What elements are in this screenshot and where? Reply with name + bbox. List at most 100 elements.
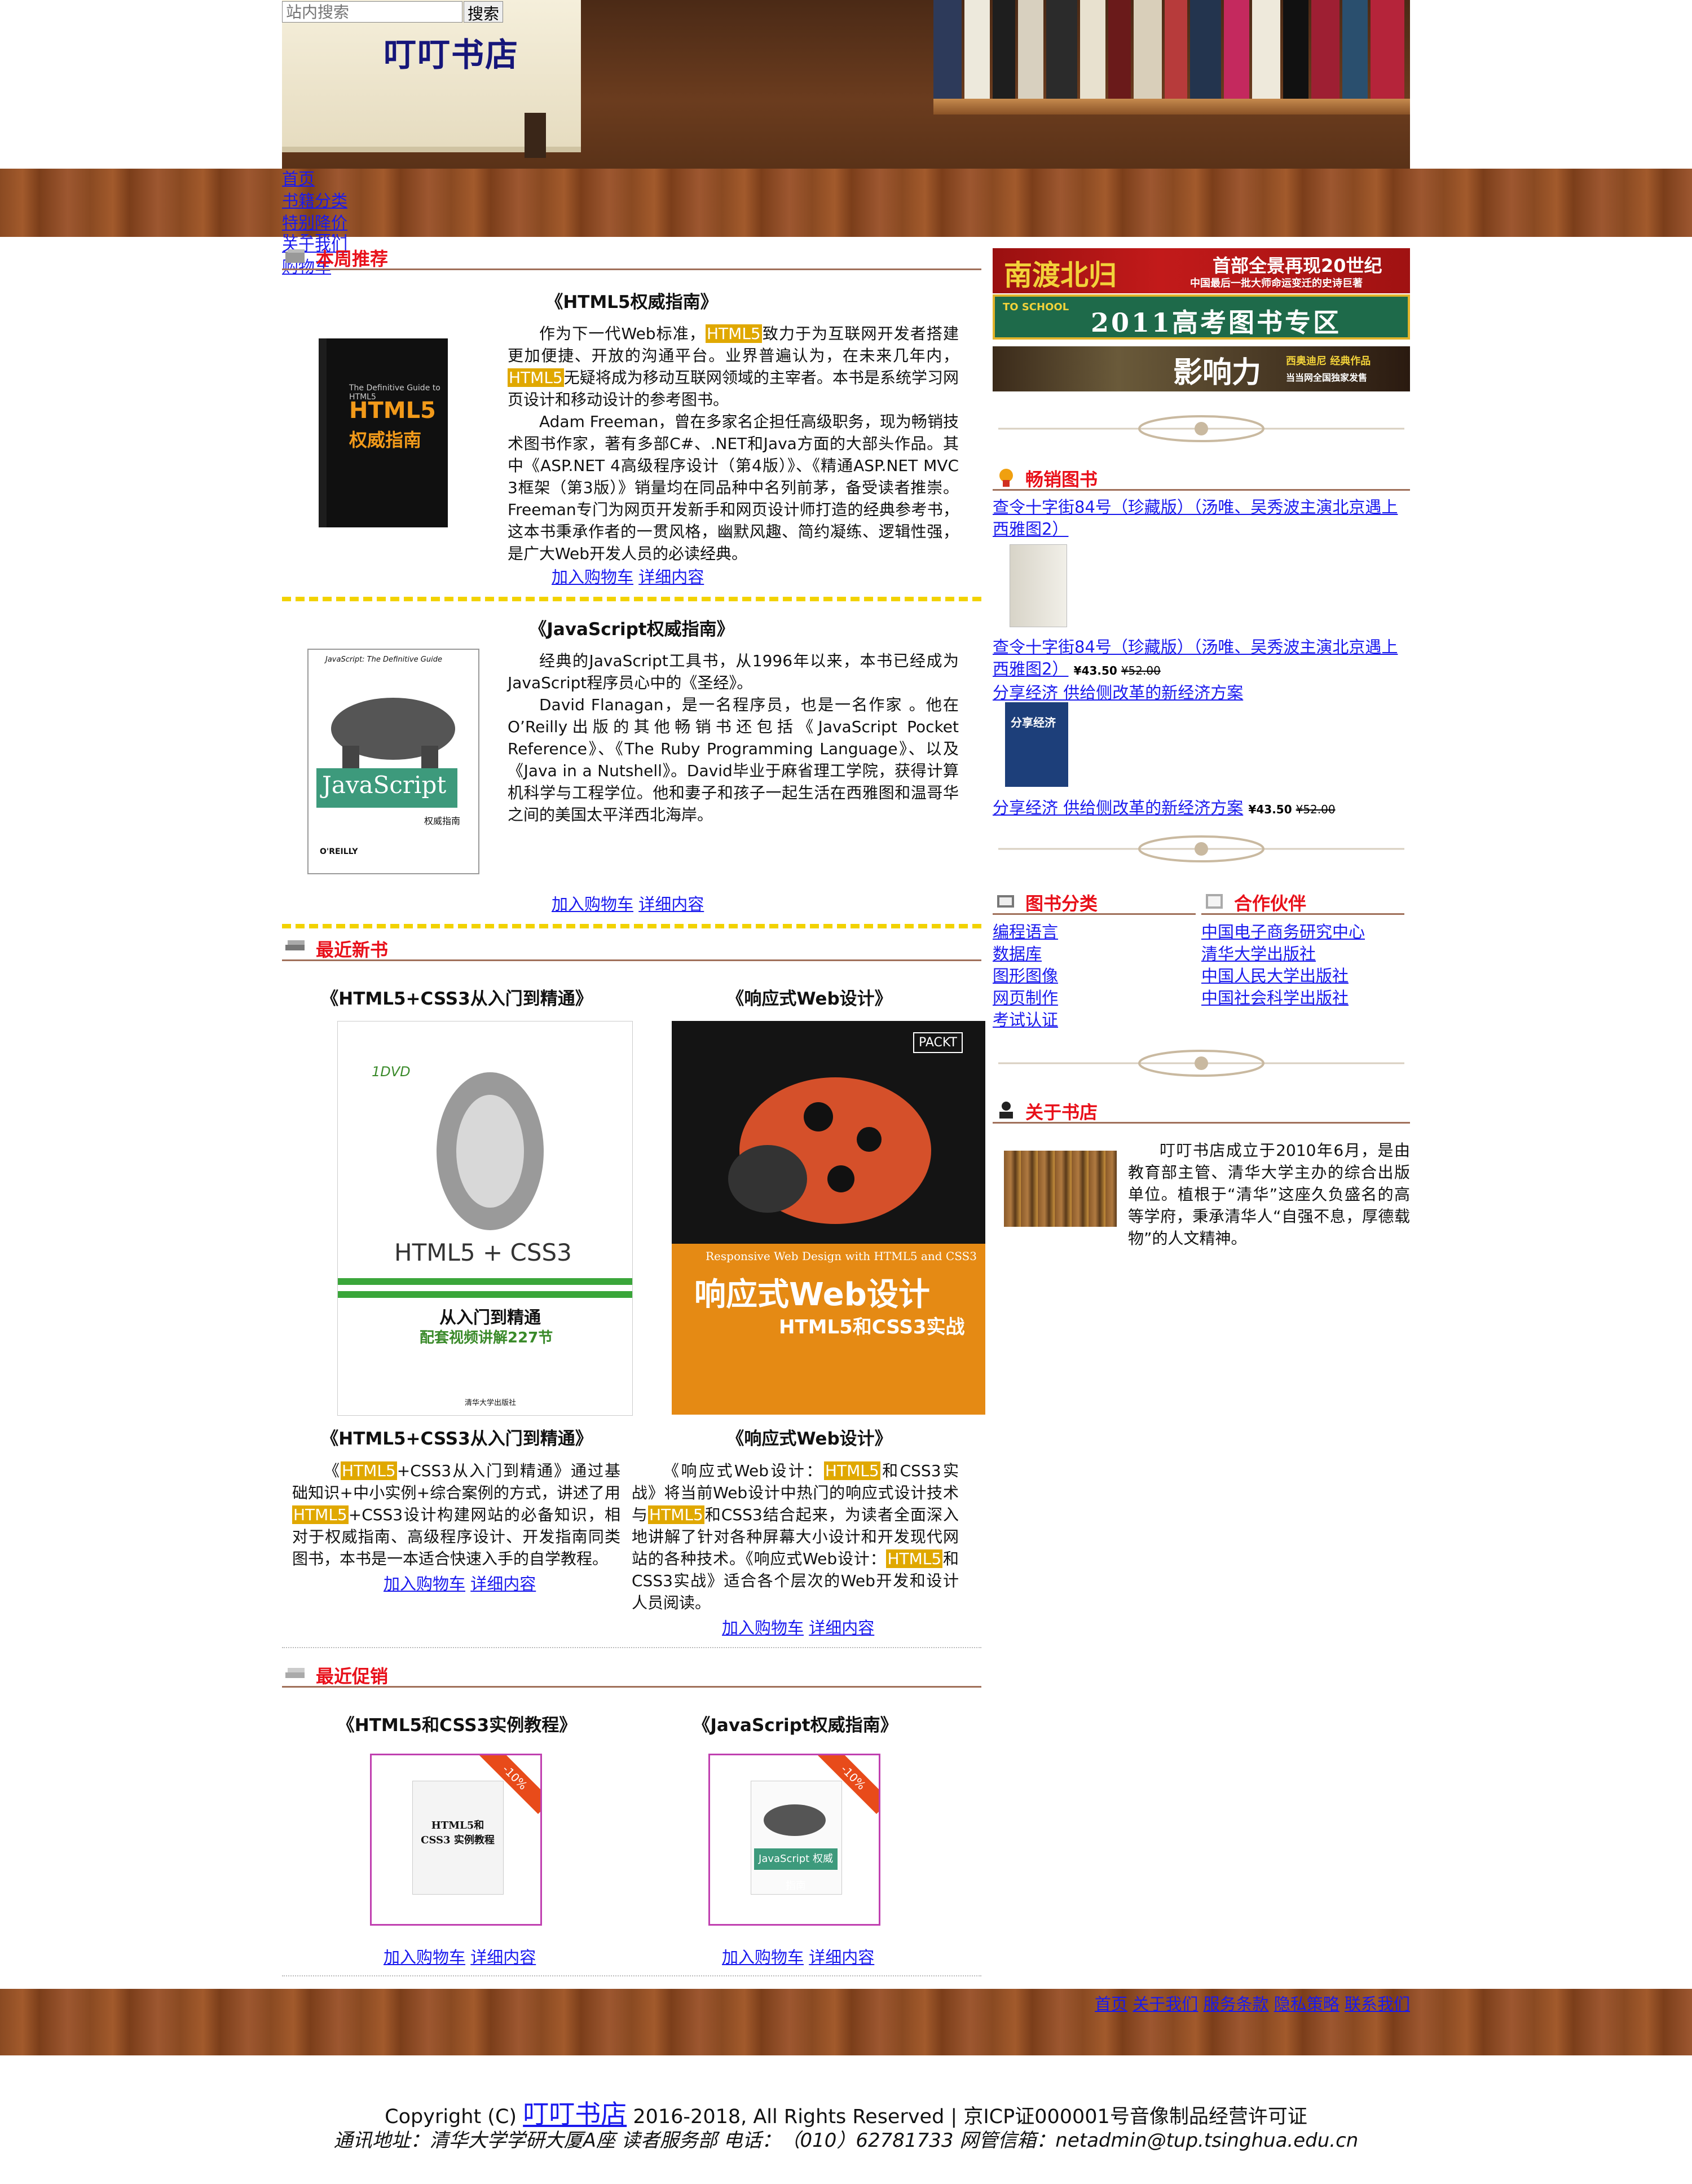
promo-cover-html5-css3[interactable]: HTML5和CSS3 实例教程 -10%	[370, 1754, 542, 1926]
ornament-divider	[993, 1046, 1410, 1080]
footer-wood-band	[0, 1989, 1692, 2055]
section-recommend-title: 本周推荐	[316, 248, 389, 270]
book-description: 《HTML5+CSS3从入门到精通》通过基础知识+中小实例+综合案例的方式，讲述…	[292, 1461, 620, 1568]
header-wood-band	[0, 169, 1692, 237]
category-link[interactable]: 考试认证	[993, 1009, 1196, 1031]
footer-link-home[interactable]: 首页	[1095, 1994, 1127, 2014]
book-description: 经典的JavaScript工具书，从1996年以来，本书已经成为JavaScri…	[508, 651, 959, 824]
bookmark-ribbon	[525, 113, 546, 158]
about-text: 叮叮书店成立于2010年6月，是由教育部主管、清华大学主办的综合出版单位。植根于…	[1128, 1141, 1410, 1248]
book-title: 《JavaScript权威指南》	[693, 1715, 898, 1736]
search-input[interactable]	[282, 1, 462, 23]
partner-link[interactable]: 中国人民大学出版社	[1201, 965, 1410, 987]
footer-link-contact[interactable]: 联系我们	[1345, 1994, 1410, 2014]
promo-cover-js-guide[interactable]: JavaScript 权威指南 -10%	[708, 1754, 880, 1926]
bestseller-link[interactable]: 查令十字街84号（珍藏版）（汤唯、吴秀波主演北京遇上西雅图2）	[993, 637, 1398, 679]
bestseller-cover[interactable]	[1010, 544, 1067, 627]
book-actions: 加入购物车 详细内容	[384, 1571, 536, 1595]
ad-banner-influence[interactable]: 影响力 西奥迪尼 经典作品 当当网全国独家发售	[993, 346, 1410, 391]
book-actions: 加入购物车 详细内容	[552, 891, 704, 915]
categories-list: 编程语言 数据库 图形图像 网页制作 考试认证	[993, 921, 1196, 1031]
category-link[interactable]: 网页制作	[993, 987, 1196, 1009]
add-to-cart-link[interactable]: 加入购物车	[552, 895, 633, 914]
details-link[interactable]: 详细内容	[470, 1574, 536, 1593]
ad-banner-nandu[interactable]: 南渡北归 首部全景再现20世纪 中国最后一批大师命运变迁的史诗巨著	[993, 248, 1410, 293]
search-button[interactable]: 搜索	[464, 1, 503, 23]
details-link[interactable]: 详细内容	[809, 1948, 874, 1967]
section-recommend-header: 本周推荐	[282, 243, 981, 270]
nav-home[interactable]: 首页	[282, 168, 347, 190]
nav-categories[interactable]: 书籍分类	[282, 190, 347, 212]
section-newbooks-title: 最近新书	[316, 939, 389, 961]
bestseller-price: ¥43.50 ¥52.00	[1248, 803, 1336, 816]
book-title: 《响应式Web设计》	[726, 989, 892, 1009]
category-link[interactable]: 数据库	[993, 943, 1196, 965]
category-link[interactable]: 图形图像	[993, 965, 1196, 987]
section-promo-header: 最近促销	[282, 1660, 981, 1688]
header-banner	[282, 0, 1410, 169]
divider	[282, 1975, 981, 1976]
bookstore-photo	[1004, 1151, 1117, 1227]
about-title: 关于书店	[1025, 1102, 1098, 1123]
book-cover-js-guide[interactable]: JavaScript: The Definitive Guide JavaScr…	[307, 649, 479, 874]
books-icon	[284, 247, 307, 265]
details-link[interactable]: 详细内容	[638, 567, 704, 587]
partners-title: 合作伙伴	[1234, 893, 1307, 914]
bestsellers-list: 查令十字街84号（珍藏版）（汤唯、吴秀波主演北京遇上西雅图2）	[993, 496, 1410, 540]
ornament-divider	[993, 832, 1410, 866]
book-actions: 加入购物车 详细内容	[722, 1615, 874, 1639]
site-title: 叮叮书店	[384, 36, 519, 74]
category-link[interactable]: 编程语言	[993, 921, 1196, 943]
bestseller-link[interactable]: 分享经济 供给侧改革的新经济方案	[993, 798, 1243, 817]
ornament-divider	[993, 412, 1410, 446]
partner-link[interactable]: 中国电子商务研究中心	[1201, 921, 1410, 943]
user-icon	[995, 1100, 1017, 1120]
details-link[interactable]: 详细内容	[809, 1618, 874, 1637]
partner-link[interactable]: 清华大学出版社	[1201, 943, 1410, 965]
book-actions: 加入购物车 详细内容	[552, 564, 704, 588]
add-to-cart-link[interactable]: 加入购物车	[384, 1948, 465, 1967]
divider	[282, 924, 981, 928]
bestseller-link[interactable]: 查令十字街84号（珍藏版）（汤唯、吴秀波主演北京遇上西雅图2）	[993, 496, 1410, 540]
shelf-board	[933, 99, 1410, 115]
book-title: 《HTML5权威指南》	[545, 292, 718, 312]
categories-title: 图书分类	[1025, 893, 1098, 914]
partners-header: 合作伙伴	[1201, 888, 1404, 915]
categories-header: 图书分类	[993, 888, 1196, 915]
book-stack-icon	[284, 1665, 307, 1683]
book-cover-html5-guide[interactable]: The Definitive Guide to HTML5 HTML5 权威指南	[319, 338, 448, 527]
bestsellers-title: 畅销图书	[1025, 469, 1098, 490]
add-to-cart-link[interactable]: 加入购物车	[722, 1618, 804, 1637]
partner-link[interactable]: 中国社会科学出版社	[1201, 987, 1410, 1009]
section-newbooks-header: 最近新书	[282, 934, 981, 961]
medal-icon	[995, 468, 1017, 487]
book-cover-html5-css3[interactable]: 1DVD HTML5 + CSS3 从入门到精通 配套视频讲解227节 清华大学…	[337, 1021, 633, 1416]
bestseller-link[interactable]: 分享经济 供给侧改革的新经济方案	[993, 682, 1410, 704]
contact-address: 通讯地址：清华大学学研大厦A座 读者服务部 电话：（010）62781733 网…	[333, 2129, 1359, 2152]
book-cover-responsive-web[interactable]: PACKT Responsive Web Design with HTML5 a…	[672, 1021, 985, 1415]
bestsellers-header: 畅销图书	[993, 464, 1410, 491]
book-title: 《HTML5和CSS3实例教程》	[337, 1715, 577, 1736]
bookshelf-image	[933, 0, 1410, 99]
add-to-cart-link[interactable]: 加入购物车	[552, 567, 633, 587]
details-link[interactable]: 详细内容	[638, 895, 704, 914]
partners-list: 中国电子商务研究中心 清华大学出版社 中国人民大学出版社 中国社会科学出版社	[1201, 921, 1410, 1009]
ad-banner-gaokao[interactable]: TO SCHOOL 2011高考图书专区	[993, 294, 1410, 340]
divider	[282, 597, 981, 601]
bestseller-price: ¥43.50 ¥52.00	[1073, 664, 1161, 677]
footer-links: 首页 关于我们 服务条款 隐私策略 联系我们	[1095, 1991, 1410, 2015]
bestsellers-list: 分享经济 供给侧改革的新经济方案 ¥43.50 ¥52.00	[993, 797, 1410, 821]
book-actions: 加入购物车 详细内容	[722, 1944, 874, 1968]
add-to-cart-link[interactable]: 加入购物车	[722, 1948, 804, 1967]
footer-link-about[interactable]: 关于我们	[1133, 1994, 1198, 2014]
bestseller-cover[interactable]: 分享经济	[1005, 702, 1068, 787]
add-to-cart-link[interactable]: 加入购物车	[384, 1574, 465, 1593]
document-icon	[1204, 892, 1226, 911]
nav-discount[interactable]: 特别降价	[282, 212, 347, 234]
footer-link-privacy[interactable]: 隐私策略	[1274, 1994, 1339, 2014]
footer-link-terms[interactable]: 服务条款	[1204, 1994, 1269, 2014]
details-link[interactable]: 详细内容	[470, 1948, 536, 1967]
book-icon	[995, 892, 1017, 911]
book-title: 《HTML5+CSS3从入门到精通》	[321, 989, 593, 1009]
book-description: 《响应式Web设计：HTML5和CSS3实战》将当前Web设计中热门的响应式设计…	[632, 1461, 959, 1612]
